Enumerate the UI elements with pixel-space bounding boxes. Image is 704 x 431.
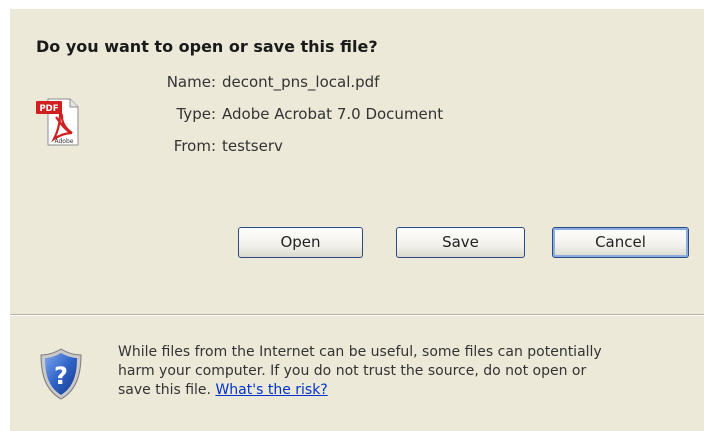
shield-question-icon: ?	[40, 348, 82, 400]
from-label: From:	[173, 137, 216, 155]
svg-text:?: ?	[54, 362, 68, 390]
from-label-cell: From:	[120, 137, 216, 157]
name-value: decont_pns_local.pdf	[222, 73, 380, 91]
security-warning: While files from the Internet can be use…	[118, 343, 702, 400]
pdf-file-icon: PDF Adobe	[36, 98, 79, 146]
name-label: Name:	[166, 73, 216, 91]
name-label-cell: Name:	[120, 73, 216, 93]
warning-text-line2: harm your computer. If you do not trust …	[118, 363, 587, 379]
open-button[interactable]: Open	[238, 227, 363, 258]
section-divider-highlight	[10, 315, 704, 316]
save-button[interactable]: Save	[396, 227, 525, 258]
type-label-cell: Type:	[120, 105, 216, 125]
cancel-button[interactable]: Cancel	[552, 227, 689, 258]
type-value: Adobe Acrobat 7.0 Document	[222, 105, 444, 123]
type-label: Type:	[176, 105, 216, 123]
pdf-badge-label: PDF	[39, 104, 58, 114]
warning-text-line3: save this file.	[118, 382, 211, 398]
adobe-caption: Adobe	[55, 138, 74, 145]
warning-text-line1: While files from the Internet can be use…	[118, 344, 602, 360]
dialog-question: Do you want to open or save this file?	[36, 37, 378, 56]
from-value: testserv	[222, 137, 283, 155]
file-download-dialog: Do you want to open or save this file? P…	[10, 9, 704, 431]
whats-the-risk-link[interactable]: What's the risk?	[215, 382, 327, 398]
